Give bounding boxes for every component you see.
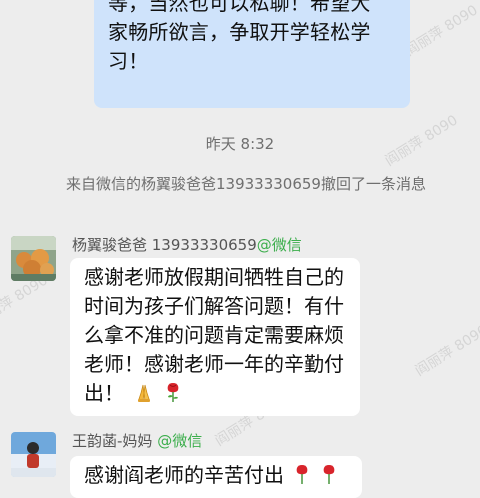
avatar-photo <box>11 432 56 477</box>
incoming-message-bubble[interactable]: 感谢老师放假期间牺牲自己的 时间为孩子们解答问题！有什 么拿不准的问题肯定需要麻… <box>70 258 360 416</box>
message-line: 感谢阎老师的辛苦付出 <box>84 463 284 487</box>
incoming-message-bubble[interactable]: 感谢阎老师的辛苦付出 <box>70 456 362 498</box>
message-line: 时间为孩子们解答问题！有什 <box>84 294 344 318</box>
chat-timestamp: 昨天 8:32 <box>205 135 275 153</box>
sender-name: 王韵菡-妈妈 @微信 <box>72 430 202 451</box>
sender-name-text: 王韵菡-妈妈 <box>72 432 153 450</box>
sender-name-text: 杨翼骏爸爸 13933330659 <box>72 236 257 254</box>
watermark: 阎丽萍 8090 <box>402 2 480 60</box>
avatar[interactable] <box>11 236 56 281</box>
message-line: 等，当然也可以私聊！希望大 <box>108 0 371 15</box>
sender-name: 杨翼骏爸爸 13933330659@微信 <box>72 234 302 255</box>
folded-hands-icon <box>134 382 154 411</box>
watermark: 阎丽萍 8090 <box>412 322 480 380</box>
avatar-photo <box>11 236 56 281</box>
message-line: 出！ <box>84 381 124 405</box>
sender-wechat-tag: @微信 <box>256 236 302 254</box>
avatar[interactable] <box>11 432 56 477</box>
rose-icon <box>321 463 337 493</box>
outgoing-message-bubble[interactable]: 等，当然也可以私聊！希望大 家畅所欲言，争取开学轻松学 习！ <box>94 0 410 108</box>
sender-wechat-tag: @微信 <box>157 432 203 450</box>
rose-icon <box>165 381 181 411</box>
message-line: 习！ <box>108 49 149 73</box>
message-line: 感谢老师放假期间牺牲自己的 <box>84 265 344 289</box>
message-line: 家畅所欲言，争取开学轻松学 <box>108 20 371 44</box>
message-line: 么拿不准的问题肯定需要麻烦 <box>84 323 344 347</box>
message-line: 老师！感谢老师一年的辛勤付 <box>84 352 344 376</box>
rose-icon <box>294 463 310 493</box>
recall-notice: 来自微信的杨翼骏爸爸13933330659撤回了一条消息 <box>66 175 426 193</box>
message-line-with-emoji: 出！ <box>84 379 348 411</box>
message-line-with-emoji: 感谢阎老师的辛苦付出 <box>84 461 350 493</box>
